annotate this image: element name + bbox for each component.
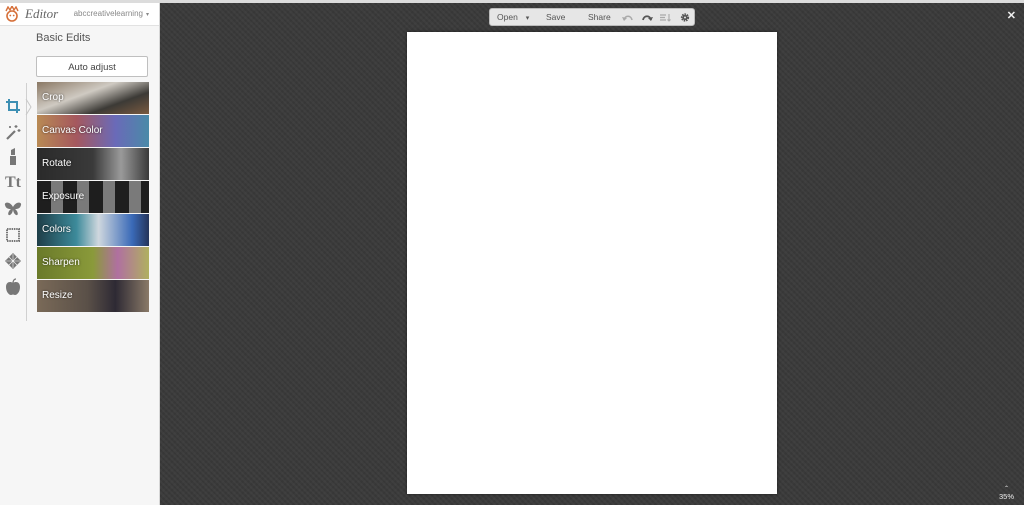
top-toolbar: Open ▾ Save Share bbox=[489, 8, 695, 26]
tool-exposure[interactable]: Exposure bbox=[37, 181, 149, 213]
tool-label: Crop bbox=[42, 92, 64, 103]
sidebar-header: Editor abccreativelearning ▾ bbox=[0, 3, 159, 26]
open-label: Open bbox=[497, 12, 518, 22]
zoom-level: 35% bbox=[998, 492, 1014, 501]
app-name: Editor bbox=[25, 6, 59, 21]
tool-label: Colors bbox=[42, 224, 71, 235]
rail-divider bbox=[26, 83, 27, 321]
logo-icon bbox=[5, 6, 19, 22]
tool-label: Rotate bbox=[42, 158, 72, 169]
tool-label: Sharpen bbox=[42, 257, 80, 268]
apple-icon[interactable] bbox=[3, 277, 23, 297]
butterfly-icon[interactable] bbox=[3, 199, 23, 219]
open-button[interactable]: Open ▾ bbox=[497, 12, 529, 22]
tool-label: Canvas Color bbox=[42, 125, 103, 136]
texture-icon[interactable] bbox=[3, 251, 23, 271]
crop-icon[interactable] bbox=[3, 96, 23, 116]
section-title: Basic Edits bbox=[36, 32, 91, 44]
chevron-down-icon: ▾ bbox=[525, 15, 530, 22]
tool-crop[interactable]: Crop bbox=[37, 82, 149, 114]
gear-icon[interactable] bbox=[679, 12, 691, 23]
tool-label: Exposure bbox=[42, 191, 85, 202]
history-icon[interactable] bbox=[659, 12, 671, 23]
user-name: abccreativelearning bbox=[73, 9, 143, 18]
lipstick-icon[interactable] bbox=[3, 147, 23, 167]
text-icon[interactable]: Tt bbox=[3, 173, 23, 193]
tool-resize[interactable]: Resize bbox=[37, 280, 149, 312]
undo-icon[interactable] bbox=[622, 12, 634, 23]
chevron-down-icon: ▾ bbox=[145, 12, 149, 18]
tool-sharpen[interactable]: Sharpen bbox=[37, 247, 149, 279]
close-icon: ✕ bbox=[1006, 10, 1016, 22]
image-canvas[interactable] bbox=[407, 32, 777, 494]
tool-colors[interactable]: Colors bbox=[37, 214, 149, 246]
tool-rotate[interactable]: Rotate bbox=[37, 148, 149, 180]
user-menu[interactable]: abccreativelearning ▾ bbox=[74, 9, 149, 18]
auto-adjust-button[interactable]: Auto adjust bbox=[36, 56, 148, 77]
share-button[interactable]: Share bbox=[588, 12, 611, 22]
redo-icon[interactable] bbox=[641, 12, 653, 23]
close-button[interactable]: ✕ bbox=[1007, 9, 1016, 22]
editor-stage: Open ▾ Save Share ✕ ⌃ 35% bbox=[160, 3, 1024, 505]
active-tab-caret-icon bbox=[25, 98, 32, 116]
zoom-control[interactable]: ⌃ 35% bbox=[999, 486, 1014, 501]
save-button[interactable]: Save bbox=[546, 12, 565, 22]
sidebar: Editor abccreativelearning ▾ Basic Edits … bbox=[0, 3, 160, 505]
magic-wand-icon[interactable] bbox=[3, 122, 23, 142]
tool-list: Crop Canvas Color Rotate Exposure Colors… bbox=[37, 82, 149, 313]
tool-label: Resize bbox=[42, 290, 73, 301]
frame-icon[interactable] bbox=[3, 225, 23, 245]
tool-canvas-color[interactable]: Canvas Color bbox=[37, 115, 149, 147]
